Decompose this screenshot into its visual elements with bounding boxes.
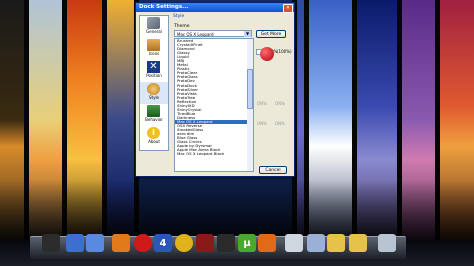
folder-icon[interactable] <box>42 234 60 252</box>
opacity-value-right: (100%) <box>277 49 292 54</box>
behavior-monitor-icon <box>147 105 160 117</box>
scrollbar-thumb[interactable] <box>247 69 253 109</box>
theme-dropdown-list[interactable]: Brushed CrystalXP.net Diamond Glassy Liquid M… <box>174 38 254 172</box>
chrome-icon[interactable] <box>175 234 193 252</box>
get-more-button[interactable]: Get More <box>256 30 286 38</box>
refresh-app-icon[interactable] <box>258 234 276 252</box>
faded-label: ON% <box>257 121 267 126</box>
network-icon[interactable] <box>86 234 104 252</box>
position-cross-icon: ✕ <box>147 61 160 73</box>
sidebar-item-about[interactable]: i About <box>140 126 168 148</box>
sidebar-item-label: Icons <box>148 51 160 56</box>
sidebar-item-icons[interactable]: Icons <box>140 38 168 60</box>
theme-select[interactable]: Mac OS X Leopard ▼ <box>174 30 252 37</box>
settings-sidebar: General Icons ✕ Position Style Behavior … <box>139 15 169 151</box>
sidebar-item-general[interactable]: General <box>140 16 168 38</box>
sidebar-item-position[interactable]: ✕ Position <box>140 60 168 82</box>
recycle-bin-icon[interactable] <box>378 234 396 252</box>
chevron-down-icon[interactable]: ▼ <box>244 31 251 37</box>
sidebar-item-behavior[interactable]: Behavior <box>140 104 168 126</box>
list-scrollbar[interactable] <box>247 39 253 171</box>
theme-select-value: Mac OS X Leopard <box>177 32 214 37</box>
dock-settings-window: Dock Settings... ✕ General Icons ✕ Posit… <box>135 2 295 177</box>
palette-icon <box>147 83 160 95</box>
theme-label: Theme <box>174 24 190 29</box>
info-icon: i <box>147 127 160 139</box>
folder-yellow-2-icon[interactable] <box>349 234 367 252</box>
sidebar-item-label: Position <box>146 73 162 78</box>
package-icon <box>147 39 160 51</box>
style-panel: Style Theme Mac OS X Leopard ▼ Get More … <box>171 13 292 174</box>
cross-app-icon[interactable] <box>196 234 214 252</box>
cursor-app-icon[interactable] <box>217 234 235 252</box>
utorrent-icon[interactable]: µ <box>238 234 256 252</box>
window-title: Dock Settings... <box>139 4 189 10</box>
theme-option[interactable]: Mac OS X Leopard Black <box>175 152 253 156</box>
media-player-icon[interactable] <box>112 234 130 252</box>
documents-icon[interactable] <box>307 234 325 252</box>
wrench-tools-icon <box>147 17 160 29</box>
red-ball-icon <box>260 47 274 61</box>
window-titlebar[interactable]: Dock Settings... ✕ <box>136 3 294 13</box>
faded-label: ON% <box>257 101 267 106</box>
faded-label: ON% <box>275 101 285 106</box>
computer-icon[interactable] <box>66 234 84 252</box>
cancel-button[interactable]: Cancel <box>259 166 287 174</box>
document-icon[interactable] <box>285 234 303 252</box>
sidebar-item-style[interactable]: Style <box>140 82 168 104</box>
theme-items: Brushed CrystalXP.net Diamond Glassy Liquid M… <box>175 39 253 156</box>
folder-yellow-icon[interactable] <box>327 234 345 252</box>
badge-4-icon[interactable]: 4 <box>154 234 172 252</box>
lastfm-icon[interactable] <box>134 234 152 252</box>
close-icon[interactable]: ✕ <box>283 4 293 13</box>
faded-label: ON% <box>275 121 285 126</box>
sidebar-item-label: General <box>146 29 162 34</box>
sidebar-item-label: About <box>148 139 160 144</box>
sidebar-item-label: Style <box>148 95 160 100</box>
section-title: Style <box>173 14 185 19</box>
sidebar-item-label: Behavior <box>145 117 163 122</box>
